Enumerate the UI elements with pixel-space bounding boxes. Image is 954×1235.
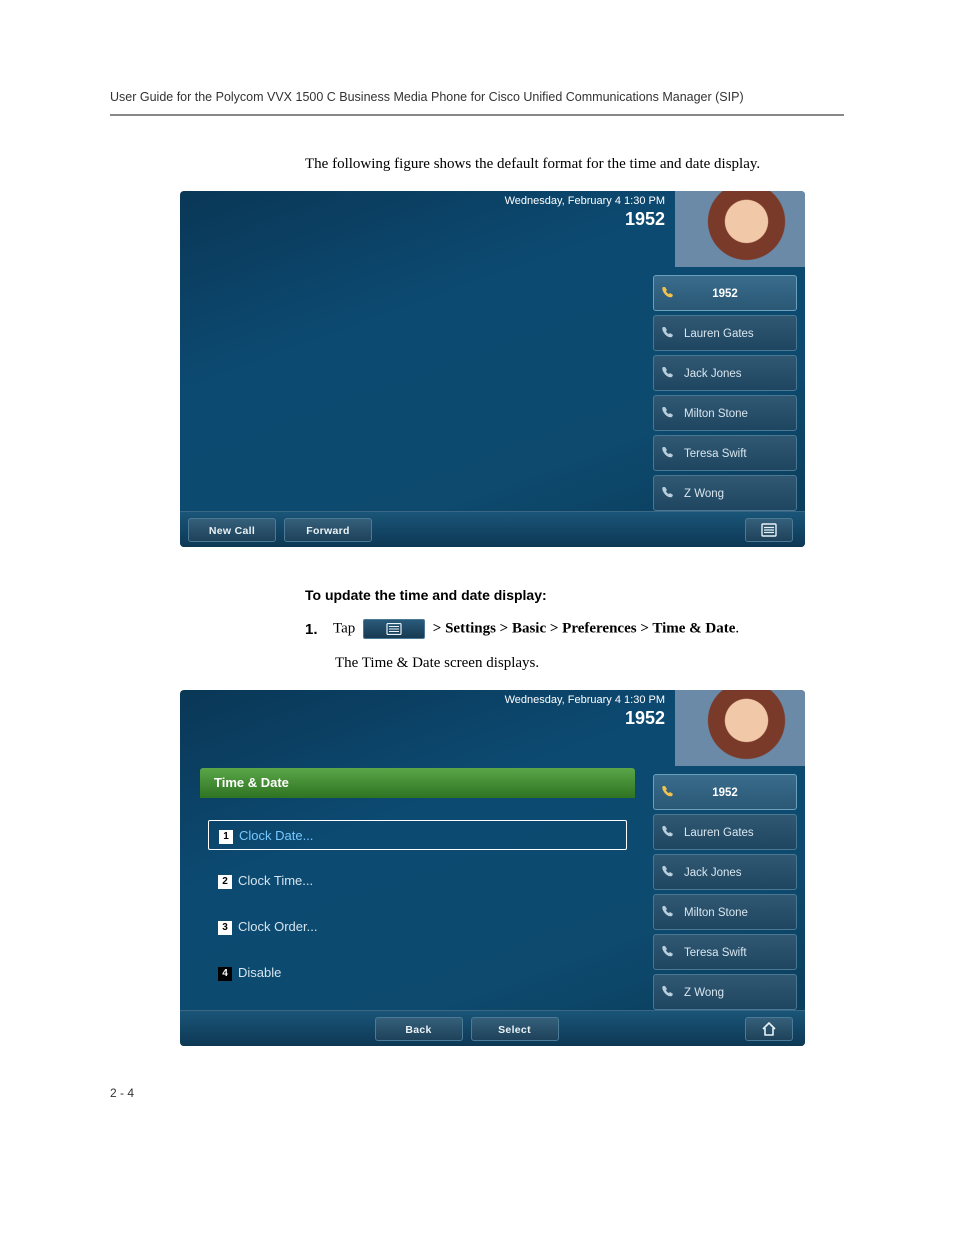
menu-item-label: Clock Time... bbox=[238, 873, 313, 888]
contact-label: Lauren Gates bbox=[684, 827, 754, 839]
figure-home-screen: Wednesday, February 4 1:30 PM 1952 1952 … bbox=[180, 191, 844, 547]
contact-item[interactable]: Z Wong bbox=[653, 475, 797, 511]
contact-item[interactable]: Milton Stone bbox=[653, 894, 797, 930]
phone-icon bbox=[660, 984, 676, 1000]
menu-item-clock-date[interactable]: 1 Clock Date... bbox=[208, 820, 627, 850]
step-result: The Time & Date screen displays. bbox=[335, 655, 844, 672]
softkey-forward[interactable]: Forward bbox=[284, 518, 372, 542]
header-title: User Guide for the Polycom VVX 1500 C Bu… bbox=[110, 90, 744, 104]
contact-list: 1952 Lauren Gates Jack Jones Milton Ston… bbox=[653, 774, 797, 1014]
avatar bbox=[675, 690, 805, 766]
menu-panel: Time & Date 1 Clock Date... 2 Clock Time..… bbox=[200, 768, 635, 1004]
menu-title: Time & Date bbox=[200, 768, 635, 798]
section-heading: To update the time and date display: bbox=[305, 587, 844, 603]
contact-list: 1952 Lauren Gates Jack Jones Milton Ston… bbox=[653, 275, 797, 515]
menu-button-inline[interactable] bbox=[363, 619, 425, 639]
contact-label: Z Wong bbox=[684, 987, 724, 999]
phone-icon bbox=[660, 944, 676, 960]
contact-label: Teresa Swift bbox=[684, 448, 747, 460]
step-number: 1. bbox=[305, 621, 325, 638]
contact-label: Milton Stone bbox=[684, 408, 748, 420]
contact-item[interactable]: Teresa Swift bbox=[653, 435, 797, 471]
contact-item[interactable]: Teresa Swift bbox=[653, 934, 797, 970]
status-bar: Wednesday, February 4 1:30 PM 1952 bbox=[505, 195, 665, 230]
step-body: Tap > Settings > Basic > Preferences > T… bbox=[333, 619, 739, 639]
contact-item[interactable]: Jack Jones bbox=[653, 854, 797, 890]
phone-screen-home: Wednesday, February 4 1:30 PM 1952 1952 … bbox=[180, 191, 805, 547]
softkey-new-call[interactable]: New Call bbox=[188, 518, 276, 542]
page-number: 2 - 4 bbox=[110, 1086, 844, 1100]
contact-item[interactable]: Jack Jones bbox=[653, 355, 797, 391]
menu-icon bbox=[761, 523, 777, 537]
phone-icon bbox=[660, 365, 676, 381]
contact-item-self[interactable]: 1952 bbox=[653, 275, 797, 311]
phone-screen-menu: Wednesday, February 4 1:30 PM 1952 1952 … bbox=[180, 690, 805, 1046]
contact-item[interactable]: Lauren Gates bbox=[653, 814, 797, 850]
contact-label: Teresa Swift bbox=[684, 947, 747, 959]
intro-paragraph: The following figure shows the default f… bbox=[305, 156, 844, 173]
step-tap-word: Tap bbox=[333, 620, 355, 636]
menu-item-disable[interactable]: 4 Disable bbox=[208, 958, 627, 988]
softkey-select[interactable]: Select bbox=[471, 1017, 559, 1041]
phone-icon bbox=[660, 904, 676, 920]
page-header: User Guide for the Polycom VVX 1500 C Bu… bbox=[110, 90, 844, 116]
softkey-bar: Back Select bbox=[180, 1010, 805, 1046]
contact-item[interactable]: Lauren Gates bbox=[653, 315, 797, 351]
contact-label: 1952 bbox=[712, 787, 738, 799]
status-extension: 1952 bbox=[505, 209, 665, 230]
menu-item-label: Clock Order... bbox=[238, 919, 317, 934]
menu-icon bbox=[386, 623, 402, 635]
contact-label: Lauren Gates bbox=[684, 328, 754, 340]
softkey-menu[interactable] bbox=[745, 518, 793, 542]
step-trailing: . bbox=[735, 620, 739, 636]
contact-label: Jack Jones bbox=[684, 368, 742, 380]
phone-icon bbox=[660, 485, 676, 501]
menu-item-number: 1 bbox=[219, 830, 233, 844]
contact-item[interactable]: Milton Stone bbox=[653, 395, 797, 431]
phone-icon bbox=[660, 824, 676, 840]
menu-item-number: 4 bbox=[218, 967, 232, 981]
contact-label: Jack Jones bbox=[684, 867, 742, 879]
status-datetime: Wednesday, February 4 1:30 PM bbox=[505, 195, 665, 207]
softkey-home[interactable] bbox=[745, 1017, 793, 1041]
status-extension: 1952 bbox=[505, 708, 665, 729]
menu-item-clock-order[interactable]: 3 Clock Order... bbox=[208, 912, 627, 942]
menu-item-number: 2 bbox=[218, 875, 232, 889]
phone-icon bbox=[660, 445, 676, 461]
menu-item-label: Clock Date... bbox=[239, 828, 313, 843]
status-datetime: Wednesday, February 4 1:30 PM bbox=[505, 694, 665, 706]
phone-icon bbox=[660, 285, 676, 301]
phone-icon bbox=[660, 864, 676, 880]
status-bar: Wednesday, February 4 1:30 PM 1952 bbox=[505, 694, 665, 729]
contact-item[interactable]: Z Wong bbox=[653, 974, 797, 1010]
menu-item-number: 3 bbox=[218, 921, 232, 935]
softkey-bar: New Call Forward bbox=[180, 511, 805, 547]
step-nav-path: > Settings > Basic > Preferences > Time … bbox=[433, 620, 736, 636]
avatar bbox=[675, 191, 805, 267]
phone-icon bbox=[660, 784, 676, 800]
contact-label: 1952 bbox=[712, 288, 738, 300]
phone-icon bbox=[660, 325, 676, 341]
menu-item-clock-time[interactable]: 2 Clock Time... bbox=[208, 866, 627, 896]
softkey-back[interactable]: Back bbox=[375, 1017, 463, 1041]
phone-icon bbox=[660, 405, 676, 421]
contact-label: Z Wong bbox=[684, 488, 724, 500]
contact-label: Milton Stone bbox=[684, 907, 748, 919]
menu-item-label: Disable bbox=[238, 965, 281, 980]
contact-item-self[interactable]: 1952 bbox=[653, 774, 797, 810]
figure-time-date-screen: Wednesday, February 4 1:30 PM 1952 1952 … bbox=[180, 690, 844, 1046]
home-icon bbox=[761, 1022, 777, 1036]
step-1: 1. Tap > Settings > Basic > Preferences … bbox=[305, 619, 844, 639]
